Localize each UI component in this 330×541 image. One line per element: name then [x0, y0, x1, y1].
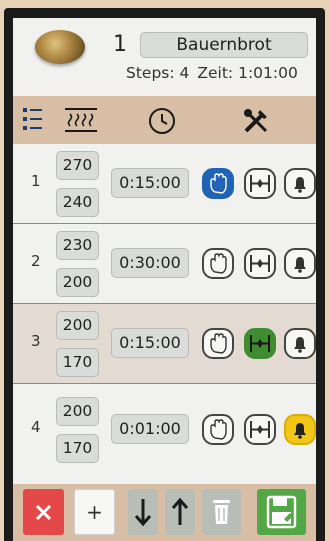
fan-icon	[250, 175, 270, 192]
step-number: 4	[31, 418, 41, 436]
steps-count: Steps: 4	[126, 64, 190, 82]
list-icon[interactable]	[21, 106, 43, 136]
alarm-toggle[interactable]	[284, 414, 316, 445]
add-step-button[interactable]: +	[74, 489, 115, 535]
heat-icon[interactable]	[63, 106, 99, 138]
step-row[interactable]: 2 230 200 0:30:00	[13, 224, 316, 304]
temp-top-field[interactable]: 230	[56, 231, 99, 260]
steam-toggle[interactable]	[202, 248, 234, 279]
steam-toggle[interactable]	[202, 328, 234, 359]
fan-toggle[interactable]	[244, 414, 276, 445]
duration-field[interactable]: 0:01:00	[111, 414, 189, 444]
move-up-button[interactable]	[165, 489, 195, 535]
save-icon	[266, 495, 297, 529]
trash-icon	[213, 500, 230, 524]
step-number: 1	[31, 172, 41, 190]
steam-icon	[210, 419, 227, 440]
fan-toggle[interactable]	[244, 168, 276, 199]
recipe-header: 1 Bauernbrot Steps: 4 Zeit: 1:01:00	[13, 18, 316, 98]
clock-icon[interactable]	[147, 106, 177, 140]
temp-bottom-field[interactable]: 170	[56, 434, 99, 463]
temp-bottom-field[interactable]: 170	[56, 348, 99, 377]
arrow-up-icon	[171, 497, 189, 525]
step-row[interactable]: 1 270 240 0:15:00	[13, 144, 316, 224]
move-down-button[interactable]	[128, 489, 158, 535]
step-number: 2	[31, 252, 41, 270]
recipe-editor-screen: 1 Bauernbrot Steps: 4 Zeit: 1:01:00 1 27…	[13, 18, 316, 541]
steam-icon	[210, 333, 227, 354]
fan-icon	[250, 255, 270, 272]
close-icon	[35, 504, 52, 521]
bell-icon	[294, 337, 306, 353]
recipe-summary: Steps: 4 Zeit: 1:01:00	[126, 64, 306, 82]
step-row[interactable]: 4 200 170 0:01:00	[13, 384, 316, 484]
steam-icon	[210, 253, 227, 274]
total-time: Zeit: 1:01:00	[197, 64, 298, 82]
column-toolbar	[13, 96, 316, 144]
alarm-toggle[interactable]	[284, 168, 316, 199]
tools-icon[interactable]	[241, 106, 271, 140]
fan-toggle[interactable]	[244, 248, 276, 279]
oven-controller-frame: 1 Bauernbrot Steps: 4 Zeit: 1:01:00 1 27…	[4, 8, 325, 541]
bell-icon	[294, 177, 306, 193]
temp-top-field[interactable]: 200	[56, 311, 99, 340]
alarm-toggle[interactable]	[284, 248, 316, 279]
duration-field[interactable]: 0:15:00	[111, 328, 189, 358]
save-button[interactable]	[257, 489, 306, 535]
recipe-number: 1	[113, 32, 127, 57]
delete-button[interactable]	[23, 489, 64, 535]
trash-button[interactable]	[202, 489, 241, 535]
bell-icon	[294, 257, 306, 273]
temp-bottom-field[interactable]: 240	[56, 188, 99, 217]
temp-bottom-field[interactable]: 200	[56, 268, 99, 297]
fan-icon	[250, 335, 270, 352]
steam-toggle[interactable]	[202, 414, 234, 445]
arrow-down-icon	[134, 499, 152, 527]
bread-image[interactable]	[35, 30, 85, 64]
bell-icon	[294, 423, 306, 439]
recipe-name-field[interactable]: Bauernbrot	[140, 32, 308, 58]
action-bar: +	[13, 484, 316, 541]
steam-icon	[210, 173, 227, 194]
alarm-toggle[interactable]	[284, 328, 316, 359]
step-row[interactable]: 3 200 170 0:15:00	[13, 304, 316, 384]
fan-icon	[250, 421, 270, 438]
duration-field[interactable]: 0:30:00	[111, 248, 189, 278]
temp-top-field[interactable]: 270	[56, 151, 99, 180]
steam-toggle[interactable]	[202, 168, 234, 199]
step-number: 3	[31, 332, 41, 350]
duration-field[interactable]: 0:15:00	[111, 168, 189, 198]
fan-toggle[interactable]	[244, 328, 276, 359]
temp-top-field[interactable]: 200	[56, 397, 99, 426]
